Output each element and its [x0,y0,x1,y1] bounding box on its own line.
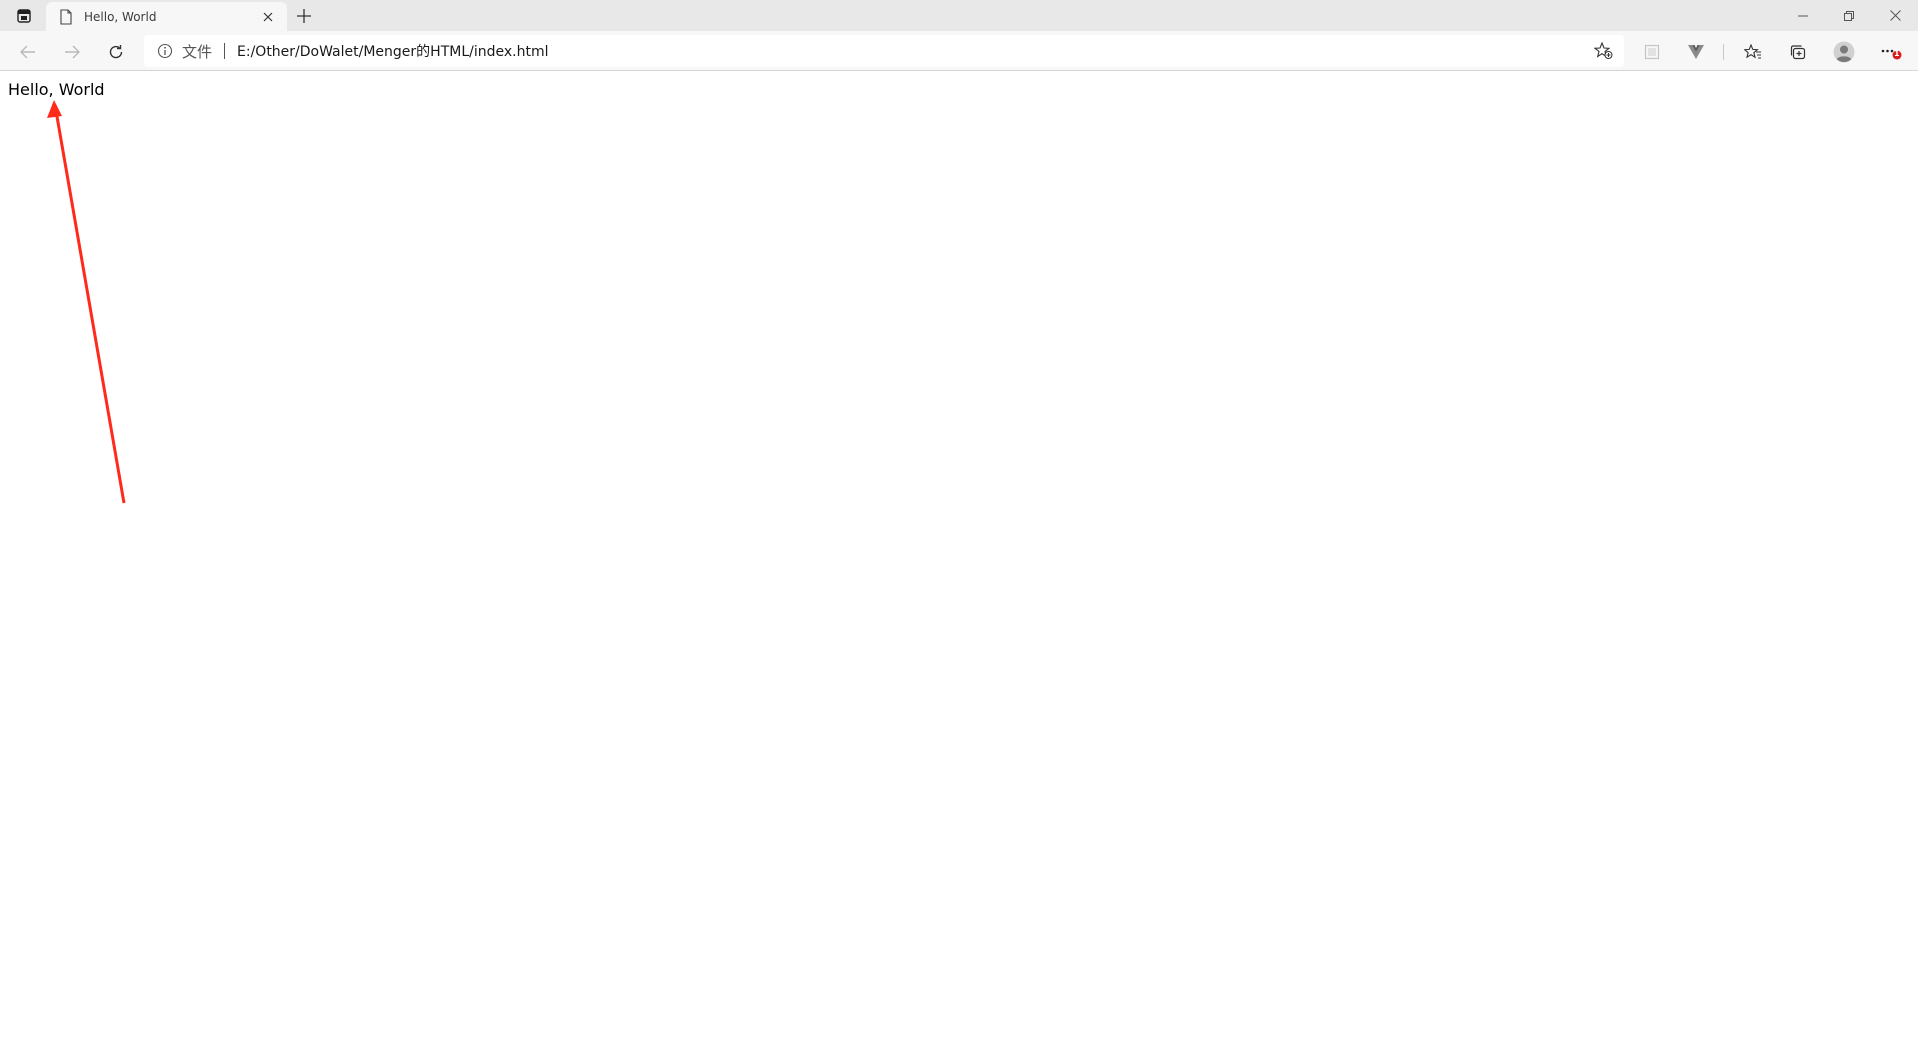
new-tab-button[interactable] [292,4,316,28]
favorites-icon [1744,44,1761,59]
vue-devtools-icon [1688,45,1704,59]
collections-button[interactable] [1783,37,1813,67]
minimize-button[interactable] [1780,0,1826,31]
extension-button-1[interactable] [1637,37,1667,67]
annotation-arrow [47,100,126,504]
star-add-icon [1594,42,1613,59]
restore-icon [1844,10,1854,21]
minimize-icon [1798,15,1808,16]
close-window-button[interactable] [1872,0,1918,31]
settings-menu-button[interactable]: 1 [1876,37,1906,67]
refresh-icon [109,45,123,59]
collections-icon [1790,45,1806,60]
info-icon[interactable] [156,42,174,60]
add-favorite-button[interactable] [1590,37,1618,65]
tab-actions-icon [17,9,31,23]
toolbar: 文件 E:/Other/DoWalet/Menger的HTML/index.ht… [0,31,1918,71]
extension-button-2[interactable] [1681,37,1711,67]
arrow-left-icon [20,45,35,59]
tab-actions-button[interactable] [10,5,38,27]
page-content: Hello, World [0,72,1918,1040]
notification-badge: 1 [1894,49,1900,58]
window-controls [1780,0,1918,31]
close-tab-icon[interactable] [257,6,279,28]
url-text[interactable]: E:/Other/DoWalet/Menger的HTML/index.html [237,41,1590,61]
toolbar-separator [1723,44,1724,60]
extension-icon [1644,44,1660,60]
address-bar[interactable]: 文件 E:/Other/DoWalet/Menger的HTML/index.ht… [144,35,1624,67]
refresh-button[interactable] [100,36,132,68]
scheme-label: 文件 [182,42,213,61]
back-button[interactable] [12,36,44,68]
profile-button[interactable] [1829,37,1859,67]
tab-title: Hello, World [84,10,157,24]
page-icon [58,9,74,25]
forward-button[interactable] [56,36,88,68]
browser-window: Hello, World 文件 E:/Other/DoWalet/Menger的… [0,0,1918,1040]
avatar-icon [1833,41,1855,63]
favorites-button[interactable] [1738,37,1768,67]
tab-strip: Hello, World [0,0,1918,32]
restore-button[interactable] [1826,0,1872,31]
close-icon [1889,10,1901,21]
arrow-right-icon [65,45,80,59]
tab-active[interactable]: Hello, World [46,2,287,32]
address-separator [224,43,226,59]
plus-icon [297,9,311,23]
